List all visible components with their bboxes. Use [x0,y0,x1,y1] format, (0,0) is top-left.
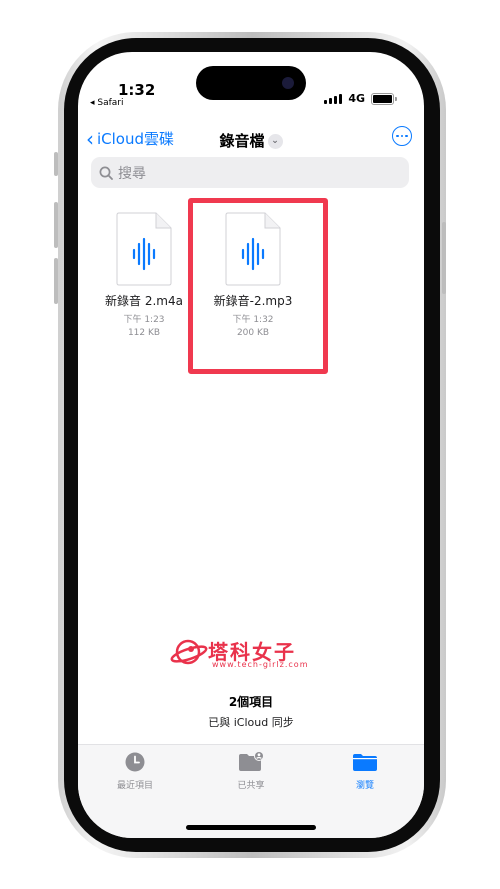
tab-recents-label: 最近項目 [116,781,153,791]
search-input[interactable]: 搜尋 [91,157,409,188]
tab-bar: 最近項目 已共享 瀏覽 [78,744,424,838]
navigation-bar: ‹ iCloud雲碟 錄音檔 ⌄ [78,126,424,154]
planet-icon [170,639,208,665]
mute-switch [54,152,58,176]
more-options-button[interactable] [392,126,412,146]
item-count: 2個項目 [228,695,274,709]
signal-icon [324,93,343,104]
tab-browse[interactable]: 瀏覽 [325,751,405,791]
watermark-logo: 塔科女子 www.tech-girlz.com [170,634,340,674]
highlight-box [188,198,328,374]
chevron-down-icon: ⌄ [267,134,283,149]
title-label: 錄音檔 [219,132,265,150]
power-button [442,222,446,294]
volume-down-button [54,258,58,304]
network-label: 4G [348,92,365,105]
search-icon [99,166,113,180]
sync-status: 已與 iCloud 同步 [208,716,294,729]
status-indicators: 4G [324,92,397,105]
search-placeholder: 搜尋 [118,165,146,182]
folder-icon [353,754,377,771]
tab-browse-label: 瀏覽 [355,781,374,791]
back-to-app[interactable]: ◂ Safari [90,98,124,108]
dynamic-island [196,66,306,100]
status-time: 1:32 [118,81,156,99]
clock-icon [125,752,145,772]
tab-shared[interactable]: 已共享 [211,751,291,791]
audio-file-icon [116,212,172,286]
volume-up-button [54,202,58,248]
page-title[interactable]: 錄音檔 ⌄ [78,130,424,151]
shared-folder-icon [239,751,264,771]
tab-shared-label: 已共享 [237,781,265,791]
file-size: 112 KB [127,328,161,338]
tab-recents[interactable]: 最近項目 [95,751,175,791]
screen: 1:32 ◂ Safari 4G ‹ iCloud雲碟 錄音檔 ⌄ 搜尋 新錄音… [78,52,424,838]
watermark-url: www.tech-girlz.com [212,660,309,669]
battery-icon [371,92,397,105]
file-item[interactable]: 新錄音 2.m4a 下午 1:23 112 KB [96,212,192,338]
file-name: 新錄音 2.m4a [105,294,183,308]
camera-icon [282,77,294,89]
back-app-label: Safari [97,98,124,108]
home-indicator[interactable] [186,825,316,830]
file-time: 下午 1:23 [123,315,165,325]
